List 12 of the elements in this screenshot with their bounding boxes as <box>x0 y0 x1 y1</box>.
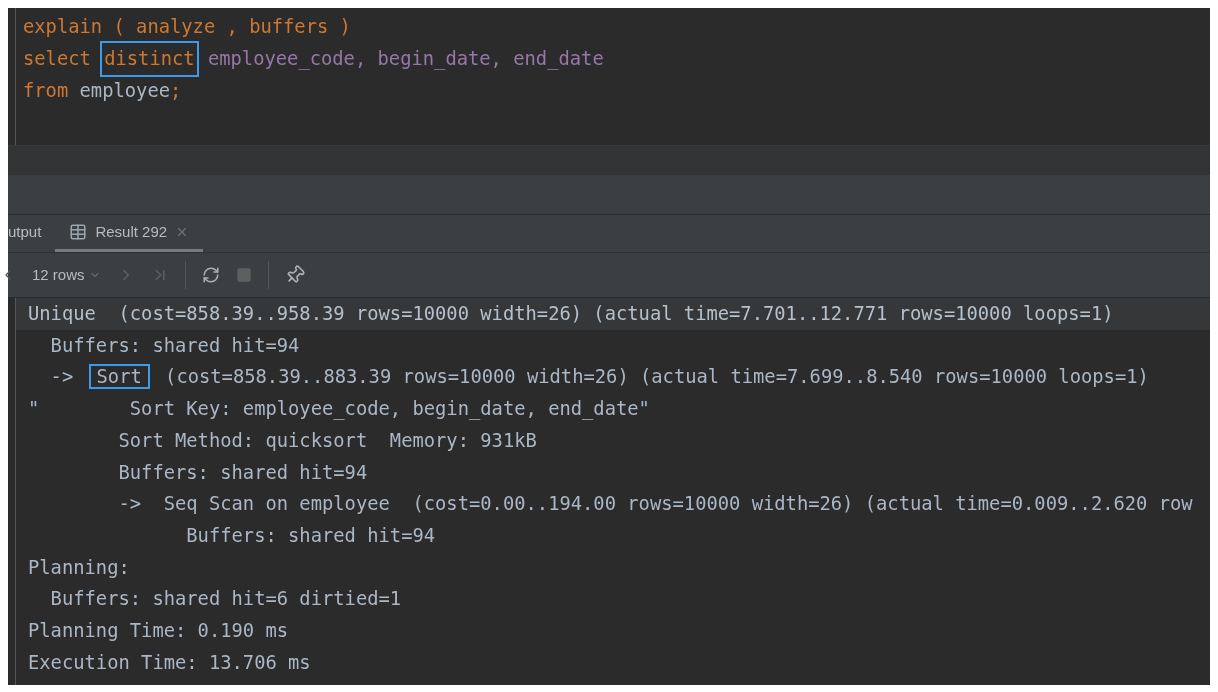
highlighted-keyword: distinct <box>102 43 197 75</box>
table-icon <box>69 223 88 241</box>
code-token: employee_code, begin_date, end_date <box>206 47 604 72</box>
code-token: ; <box>170 79 182 103</box>
code-token: from <box>23 79 70 103</box>
rows-dropdown[interactable]: 12 rows <box>32 263 101 287</box>
code-token: employee <box>79 79 170 103</box>
code-token: select <box>23 47 92 71</box>
stop-icon[interactable] <box>235 267 252 283</box>
code-token: explain ( analyze , buffers ) <box>23 15 351 39</box>
result-tab[interactable]: utput <box>8 215 56 252</box>
refresh-icon[interactable] <box>201 266 220 284</box>
